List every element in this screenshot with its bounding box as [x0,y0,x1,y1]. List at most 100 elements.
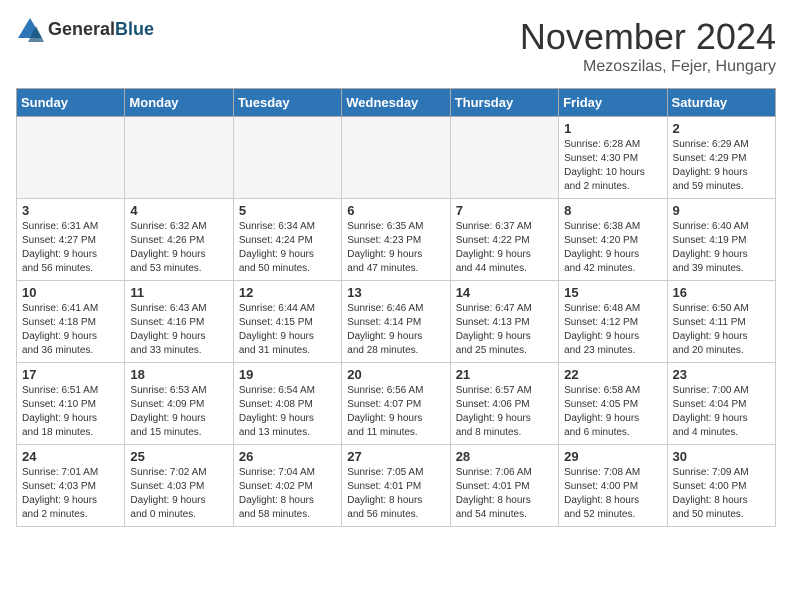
day-info: Sunrise: 7:06 AM Sunset: 4:01 PM Dayligh… [456,466,553,522]
calendar-week-row: 17 Sunrise: 6:51 AM Sunset: 4:10 PM Dayli… [17,363,776,445]
day-info: Sunrise: 6:43 AM Sunset: 4:16 PM Dayligh… [130,302,227,358]
day-info: Sunrise: 6:35 AM Sunset: 4:23 PM Dayligh… [347,220,444,276]
day-info: Sunrise: 7:02 AM Sunset: 4:03 PM Dayligh… [130,466,227,522]
day-info: Sunrise: 7:09 AM Sunset: 4:00 PM Dayligh… [673,466,770,522]
day-number: 18 [130,367,227,382]
day-info: Sunrise: 6:51 AM Sunset: 4:10 PM Dayligh… [22,384,119,440]
calendar-table: SundayMondayTuesdayWednesdayThursdayFrid… [16,88,776,527]
calendar-day-cell: 26Sunrise: 7:04 AM Sunset: 4:02 PM Dayli… [233,445,341,527]
calendar-day-cell: 6 Sunrise: 6:35 AM Sunset: 4:23 PM Daylig… [342,199,450,281]
day-number: 17 [22,367,119,382]
day-number: 2 [673,121,770,136]
calendar-header-cell: Sunday [17,89,125,117]
logo-icon [16,16,44,44]
day-info: Sunrise: 6:54 AM Sunset: 4:08 PM Dayligh… [239,384,336,440]
calendar-header-cell: Saturday [667,89,775,117]
day-number: 6 [347,203,444,218]
calendar-day-cell: 30 Sunrise: 7:09 AM Sunset: 4:00 PM Dayli… [667,445,775,527]
day-info: Sunrise: 6:29 AM Sunset: 4:29 PM Dayligh… [673,138,770,194]
day-info: Sunrise: 6:57 AM Sunset: 4:06 PM Dayligh… [456,384,553,440]
calendar-day-cell: 14 Sunrise: 6:47 AM Sunset: 4:13 PM Dayli… [450,281,558,363]
calendar-body: 1Sunrise: 6:28 AM Sunset: 4:30 PM Daylig… [17,117,776,527]
calendar-day-cell: 24Sunrise: 7:01 AM Sunset: 4:03 PM Dayli… [17,445,125,527]
day-number: 1 [564,121,661,136]
day-number: 15 [564,285,661,300]
calendar-day-cell: 16 Sunrise: 6:50 AM Sunset: 4:11 PM Dayli… [667,281,775,363]
day-info: Sunrise: 6:50 AM Sunset: 4:11 PM Dayligh… [673,302,770,358]
day-info: Sunrise: 6:32 AM Sunset: 4:26 PM Dayligh… [130,220,227,276]
calendar-header-cell: Tuesday [233,89,341,117]
logo: GeneralBlue [16,16,154,44]
calendar-header-cell: Friday [559,89,667,117]
day-number: 26 [239,449,336,464]
calendar-day-cell [233,117,341,199]
day-info: Sunrise: 6:37 AM Sunset: 4:22 PM Dayligh… [456,220,553,276]
calendar-day-cell: 25 Sunrise: 7:02 AM Sunset: 4:03 PM Dayli… [125,445,233,527]
logo-general: GeneralBlue [48,20,154,40]
day-info: Sunrise: 7:05 AM Sunset: 4:01 PM Dayligh… [347,466,444,522]
day-info: Sunrise: 6:56 AM Sunset: 4:07 PM Dayligh… [347,384,444,440]
day-info: Sunrise: 7:01 AM Sunset: 4:03 PM Dayligh… [22,466,119,522]
day-info: Sunrise: 6:46 AM Sunset: 4:14 PM Dayligh… [347,302,444,358]
day-info: Sunrise: 6:58 AM Sunset: 4:05 PM Dayligh… [564,384,661,440]
day-info: Sunrise: 6:47 AM Sunset: 4:13 PM Dayligh… [456,302,553,358]
calendar-day-cell: 29 Sunrise: 7:08 AM Sunset: 4:00 PM Dayli… [559,445,667,527]
day-number: 25 [130,449,227,464]
calendar-day-cell: 22 Sunrise: 6:58 AM Sunset: 4:05 PM Dayli… [559,363,667,445]
calendar-header-row: SundayMondayTuesdayWednesdayThursdayFrid… [17,89,776,117]
day-number: 21 [456,367,553,382]
day-number: 10 [22,285,119,300]
day-number: 12 [239,285,336,300]
day-number: 16 [673,285,770,300]
calendar-day-cell: 19Sunrise: 6:54 AM Sunset: 4:08 PM Dayli… [233,363,341,445]
day-number: 5 [239,203,336,218]
calendar-day-cell: 28 Sunrise: 7:06 AM Sunset: 4:01 PM Dayli… [450,445,558,527]
calendar-day-cell: 5 Sunrise: 6:34 AM Sunset: 4:24 PM Daylig… [233,199,341,281]
day-number: 20 [347,367,444,382]
day-number: 3 [22,203,119,218]
day-info: Sunrise: 7:00 AM Sunset: 4:04 PM Dayligh… [673,384,770,440]
day-info: Sunrise: 6:40 AM Sunset: 4:19 PM Dayligh… [673,220,770,276]
day-number: 14 [456,285,553,300]
day-info: Sunrise: 6:31 AM Sunset: 4:27 PM Dayligh… [22,220,119,276]
calendar-day-cell: 4 Sunrise: 6:32 AM Sunset: 4:26 PM Daylig… [125,199,233,281]
calendar-day-cell: 10 Sunrise: 6:41 AM Sunset: 4:18 PM Dayli… [17,281,125,363]
calendar-day-cell [342,117,450,199]
calendar-day-cell: 21 Sunrise: 6:57 AM Sunset: 4:06 PM Dayli… [450,363,558,445]
day-number: 23 [673,367,770,382]
day-number: 30 [673,449,770,464]
month-title: November 2024 [520,16,776,58]
calendar-day-cell: 11 Sunrise: 6:43 AM Sunset: 4:16 PM Dayli… [125,281,233,363]
day-number: 4 [130,203,227,218]
calendar-header-cell: Wednesday [342,89,450,117]
day-number: 13 [347,285,444,300]
title-area: November 2024 Mezoszilas, Fejer, Hungary [520,16,776,76]
calendar-day-cell: 1Sunrise: 6:28 AM Sunset: 4:30 PM Daylig… [559,117,667,199]
calendar-day-cell: 20 Sunrise: 6:56 AM Sunset: 4:07 PM Dayli… [342,363,450,445]
calendar-header-cell: Monday [125,89,233,117]
calendar-day-cell: 9 Sunrise: 6:40 AM Sunset: 4:19 PM Daylig… [667,199,775,281]
calendar-week-row: 24Sunrise: 7:01 AM Sunset: 4:03 PM Dayli… [17,445,776,527]
calendar-week-row: 10 Sunrise: 6:41 AM Sunset: 4:18 PM Dayli… [17,281,776,363]
calendar-day-cell: 12 Sunrise: 6:44 AM Sunset: 4:15 PM Dayli… [233,281,341,363]
calendar-day-cell: 2 Sunrise: 6:29 AM Sunset: 4:29 PM Daylig… [667,117,775,199]
day-info: Sunrise: 6:34 AM Sunset: 4:24 PM Dayligh… [239,220,336,276]
header: GeneralBlue November 2024 Mezoszilas, Fe… [16,16,776,76]
calendar-day-cell [17,117,125,199]
day-info: Sunrise: 6:38 AM Sunset: 4:20 PM Dayligh… [564,220,661,276]
calendar-week-row: 1Sunrise: 6:28 AM Sunset: 4:30 PM Daylig… [17,117,776,199]
calendar-day-cell: 27 Sunrise: 7:05 AM Sunset: 4:01 PM Dayli… [342,445,450,527]
day-number: 9 [673,203,770,218]
day-info: Sunrise: 6:41 AM Sunset: 4:18 PM Dayligh… [22,302,119,358]
day-info: Sunrise: 6:44 AM Sunset: 4:15 PM Dayligh… [239,302,336,358]
day-number: 11 [130,285,227,300]
calendar-day-cell: 8Sunrise: 6:38 AM Sunset: 4:20 PM Daylig… [559,199,667,281]
calendar-day-cell: 17 Sunrise: 6:51 AM Sunset: 4:10 PM Dayli… [17,363,125,445]
day-number: 29 [564,449,661,464]
calendar-day-cell [125,117,233,199]
day-info: Sunrise: 7:08 AM Sunset: 4:00 PM Dayligh… [564,466,661,522]
day-number: 22 [564,367,661,382]
day-info: Sunrise: 6:53 AM Sunset: 4:09 PM Dayligh… [130,384,227,440]
day-number: 27 [347,449,444,464]
day-number: 28 [456,449,553,464]
